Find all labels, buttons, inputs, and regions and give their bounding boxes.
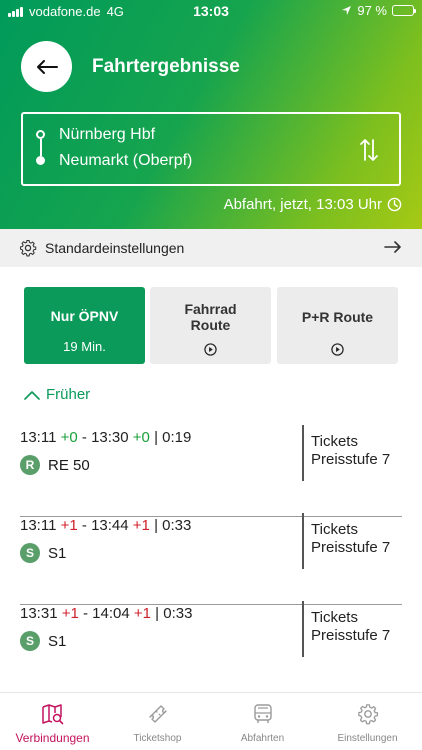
travel-duration: | 0:33 — [154, 517, 192, 534]
s-bahn-icon: S — [20, 543, 40, 563]
tab-label: Verbindungen — [15, 731, 90, 745]
header: vodafone.de 4G 13:03 97 % Fahrtergebniss… — [0, 0, 422, 229]
tickets-label: Tickets — [311, 521, 358, 538]
battery-icon — [392, 5, 416, 16]
route-box[interactable]: Nürnberg Hbf Neumarkt (Oberpf) — [21, 112, 401, 186]
arrival-delay: +1 — [132, 517, 150, 534]
s-bahn-icon: S — [20, 631, 40, 651]
tickets-label: Tickets — [311, 433, 358, 450]
time-separator: - — [77, 429, 92, 446]
option-title-line1: Fahrrad — [184, 301, 237, 317]
origin-station[interactable]: Nürnberg Hbf — [59, 126, 155, 144]
connection-row[interactable]: 13:31 +1 - 14:04 +1 | 0:33 S S1 Tickets … — [20, 601, 402, 693]
price-level: Preisstufe 7 — [311, 539, 391, 556]
connection-times: 13:31 +1 - 14:04 +1 | 0:33 — [20, 605, 192, 622]
line-name: RE 50 — [48, 456, 90, 474]
option-bike-route[interactable]: Fahrrad Route — [150, 287, 271, 364]
divider — [302, 425, 304, 481]
tickets-link[interactable]: Tickets Preisstufe 7 — [311, 433, 390, 469]
arrival-time: 13:44 — [91, 517, 129, 534]
default-settings-bar[interactable]: Standardeinstellungen — [0, 229, 422, 267]
location-icon — [342, 6, 352, 15]
swap-icon[interactable] — [357, 136, 381, 164]
departure-delay: +1 — [60, 517, 78, 534]
arrival-delay: +0 — [132, 429, 150, 446]
connection-times: 13:11 +1 - 13:44 +1 | 0:33 — [20, 517, 191, 534]
departure-delay: +0 — [60, 429, 78, 446]
departure-delay: +1 — [61, 605, 79, 622]
travel-duration: | 0:33 — [155, 605, 193, 622]
option-title: Fahrrad Route — [150, 301, 271, 333]
origin-dot-icon — [36, 130, 45, 139]
arrival-time: 14:04 — [92, 605, 130, 622]
settings-label: Standardeinstellungen — [45, 240, 185, 256]
option-title-line2: Route — [190, 317, 231, 333]
clock-icon — [387, 197, 402, 212]
tab-label: Ticketshop — [133, 733, 182, 744]
tab-ticketshop[interactable]: Ticketshop — [105, 693, 210, 750]
travel-duration: | 0:19 — [154, 429, 192, 446]
arrow-right-icon — [384, 241, 401, 253]
price-level: Preisstufe 7 — [311, 451, 391, 468]
play-icon — [204, 343, 217, 356]
play-icon — [331, 343, 344, 356]
status-bar: vodafone.de 4G 13:03 97 % — [0, 0, 422, 22]
option-title: P+R Route — [301, 309, 374, 325]
chevron-up-icon — [24, 390, 40, 400]
option-park-ride[interactable]: P+R Route — [277, 287, 398, 364]
departure-time: 13:11 — [20, 429, 57, 446]
earlier-button[interactable]: Früher — [24, 386, 90, 403]
destination-dot-icon — [36, 156, 45, 165]
line-name: S1 — [48, 632, 67, 650]
divider — [302, 601, 304, 657]
line-name: S1 — [48, 544, 67, 562]
tickets-link[interactable]: Tickets Preisstufe 7 — [311, 609, 390, 645]
gear-icon — [357, 704, 378, 725]
departure-time-selector[interactable]: Abfahrt, jetzt, 13:03 Uhr — [224, 196, 402, 213]
tab-label: Abfahrten — [240, 733, 285, 744]
tickets-link[interactable]: Tickets Preisstufe 7 — [311, 521, 390, 557]
tickets-label: Tickets — [311, 609, 358, 626]
option-public-transport[interactable]: Nur ÖPNV 19 Min. — [24, 287, 145, 364]
departure-label: Abfahrt, jetzt, 13:03 Uhr — [223, 196, 382, 213]
bus-icon — [253, 704, 272, 723]
connection-row[interactable]: 13:11 +0 - 13:30 +0 | 0:19 R RE 50 Ticke… — [20, 425, 402, 517]
earlier-label: Früher — [46, 386, 91, 403]
gear-icon — [19, 239, 37, 257]
option-title: Nur ÖPNV — [50, 308, 119, 324]
divider — [302, 513, 304, 569]
tab-departures[interactable]: Abfahrten — [210, 693, 315, 750]
tab-bar: Verbindungen Ticketshop Abfahrten Einste… — [0, 692, 422, 750]
ticket-icon — [148, 705, 167, 723]
arrival-delay: +1 — [133, 605, 151, 622]
price-level: Preisstufe 7 — [311, 627, 391, 644]
departure-time: 13:31 — [20, 605, 58, 622]
arrival-time: 13:30 — [91, 429, 129, 446]
time-separator: - — [78, 605, 93, 622]
destination-station[interactable]: Neumarkt (Oberpf) — [59, 152, 192, 170]
tab-settings[interactable]: Einstellungen — [315, 693, 420, 750]
battery-percent: 97 % — [357, 3, 387, 18]
regional-train-icon: R — [20, 455, 40, 475]
back-button[interactable] — [21, 41, 72, 92]
connection-row[interactable]: 13:11 +1 - 13:44 +1 | 0:33 S S1 Tickets … — [20, 513, 402, 605]
map-search-icon — [41, 704, 63, 725]
option-duration: 19 Min. — [63, 339, 106, 354]
arrow-left-icon — [36, 59, 58, 74]
page-title: Fahrtergebnisse — [92, 56, 240, 77]
time-separator: - — [77, 517, 92, 534]
tab-connections[interactable]: Verbindungen — [0, 693, 105, 750]
connection-times: 13:11 +0 - 13:30 +0 | 0:19 — [20, 429, 191, 446]
departure-time: 13:11 — [20, 517, 57, 534]
tab-label: Einstellungen — [337, 733, 398, 744]
route-line — [40, 139, 42, 156]
